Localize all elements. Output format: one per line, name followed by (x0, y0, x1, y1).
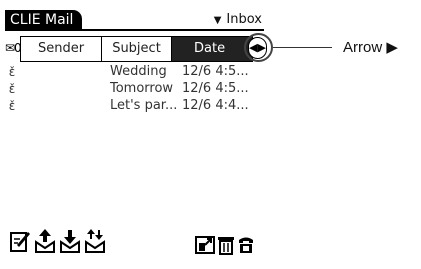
tab-date[interactable]: Date (172, 37, 252, 61)
message-subject: Wedding (110, 64, 167, 79)
message-date: 12/6 4:4... (182, 98, 249, 113)
folder-dropdown[interactable]: ▼ Inbox (214, 11, 262, 30)
message-subject: Tomorrow (110, 81, 174, 96)
unread-mark-icon: ɛ̌ (8, 99, 16, 113)
send-icon[interactable] (34, 227, 56, 255)
select-icon[interactable] (195, 236, 215, 254)
unread-mark-icon: ɛ̌ (8, 65, 16, 79)
message-date: 12/6 4:5... (182, 64, 249, 79)
message-subject: Let's par... (110, 98, 178, 113)
phone-icon[interactable] (238, 236, 254, 254)
column-tabs: Sender Subject Date (20, 36, 253, 62)
send-receive-icon[interactable] (84, 227, 106, 255)
new-mail-icon[interactable] (9, 227, 31, 255)
clie-mail-screen: CLIE Mail ▼ Inbox ✉0 Sender Subject Date … (0, 0, 274, 269)
unread-mark-icon: ɛ̌ (8, 82, 16, 96)
tab-subject[interactable]: Subject (102, 37, 172, 61)
tab-sender[interactable]: Sender (21, 37, 102, 61)
trash-icon[interactable] (217, 235, 235, 255)
message-date: 12/6 4:5... (182, 81, 249, 96)
read-attachment-icons: ✉0 (5, 41, 22, 55)
app-title: CLIE Mail (5, 10, 83, 30)
callout-circle (244, 33, 273, 62)
callout-line (273, 47, 332, 48)
folder-label: Inbox (226, 12, 262, 27)
dropdown-triangle-icon: ▼ (213, 15, 222, 26)
receive-icon[interactable] (59, 227, 81, 255)
callout-label: Arrow ▶ (343, 39, 398, 56)
